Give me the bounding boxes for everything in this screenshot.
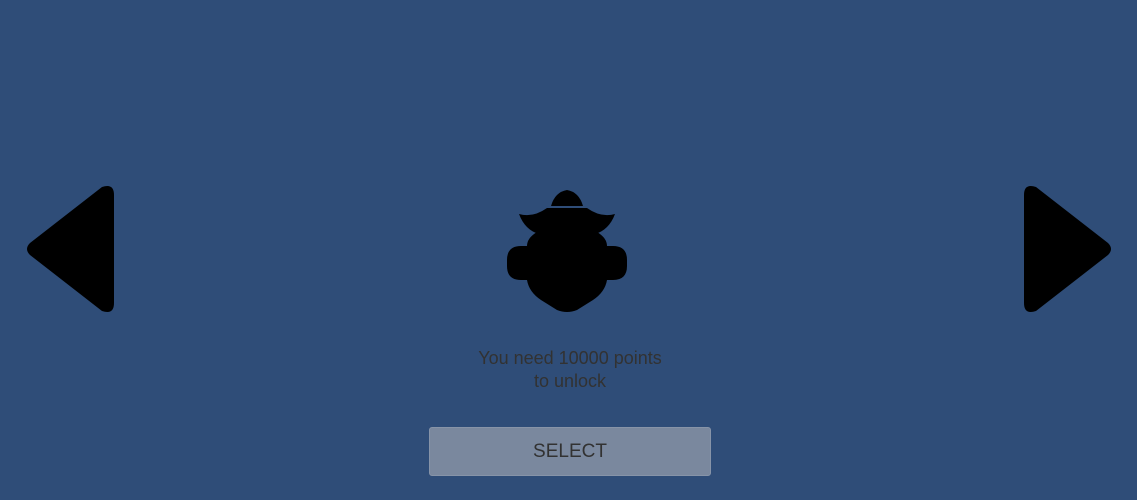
select-button-label: SELECT — [533, 440, 607, 462]
triangle-right-icon — [1024, 186, 1111, 312]
unlock-requirement-line2: to unlock — [533, 371, 607, 391]
locked-character-silhouette-icon — [507, 190, 627, 312]
select-button[interactable]: SELECT — [429, 427, 711, 476]
locked-character-silhouette — [503, 188, 631, 314]
previous-character-button[interactable] — [22, 181, 116, 317]
triangle-left-icon — [27, 186, 114, 312]
unlock-requirement-line1: You need 10000 points — [478, 348, 662, 368]
unlock-requirement-text: You need 10000 points to unlock — [420, 347, 720, 393]
character-select-screen: You need 10000 points to unlock SELECT — [0, 0, 1137, 500]
next-character-button[interactable] — [1022, 181, 1116, 317]
